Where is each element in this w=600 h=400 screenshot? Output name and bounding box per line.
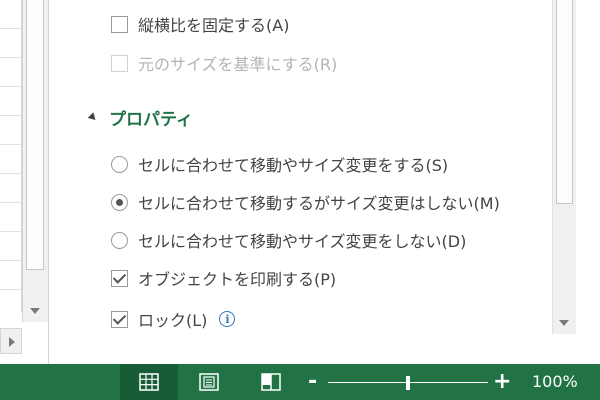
- lock-aspect-ratio-option[interactable]: 縦横比を固定する(A): [111, 12, 289, 36]
- lock-aspect-ratio-checkbox[interactable]: [111, 15, 128, 33]
- zoom-level[interactable]: 100%: [532, 364, 578, 400]
- page-break-preview-button[interactable]: [242, 364, 300, 400]
- properties-section-header[interactable]: プロパティ: [87, 105, 193, 130]
- pane-scroll-down-arrow-icon[interactable]: [559, 320, 569, 326]
- worksheet-row[interactable]: [0, 174, 21, 203]
- move-and-size-radio[interactable]: [111, 155, 128, 173]
- worksheet-row[interactable]: [0, 232, 21, 261]
- dont-move-or-size-option[interactable]: セルに合わせて移動やサイズ変更をしない(D): [111, 228, 466, 252]
- relative-to-original-option: 元のサイズを基準にする(R): [111, 51, 337, 75]
- relative-to-original-label: 元のサイズを基準にする(R): [138, 55, 338, 74]
- dont-move-or-size-radio[interactable]: [111, 231, 128, 249]
- pane-vertical-scrollbar[interactable]: [552, 0, 576, 334]
- move-no-size-option[interactable]: セルに合わせて移動するがサイズ変更はしない(M): [111, 190, 500, 214]
- scroll-right-arrow-icon[interactable]: [9, 337, 15, 347]
- worksheet-row[interactable]: [0, 203, 21, 232]
- worksheet-vertical-scrollbar[interactable]: [22, 0, 48, 322]
- scroll-down-arrow-icon[interactable]: [30, 308, 40, 314]
- relative-to-original-checkbox: [111, 54, 128, 72]
- move-and-size-option[interactable]: セルに合わせて移動やサイズ変更をする(S): [111, 152, 448, 176]
- worksheet-horizontal-scroll-button[interactable]: [0, 328, 22, 354]
- normal-view-icon: [139, 373, 159, 391]
- zoom-slider[interactable]: [328, 376, 488, 390]
- dont-move-or-size-label: セルに合わせて移動やサイズ変更をしない(D): [138, 232, 467, 251]
- print-object-label: オブジェクトを印刷する(P): [138, 270, 337, 289]
- collapse-triangle-icon[interactable]: [87, 112, 99, 123]
- zoom-slider-thumb[interactable]: [406, 376, 410, 390]
- pane-scrollbar-thumb[interactable]: [556, 0, 573, 204]
- print-object-checkbox[interactable]: [111, 269, 128, 287]
- lock-option[interactable]: ロック(L) i: [111, 307, 236, 331]
- format-picture-pane: 縦横比を固定する(A) 元のサイズを基準にする(R) プロパティ セルに合わせて…: [48, 0, 600, 364]
- status-bar: - + 100%: [0, 364, 600, 400]
- move-no-size-radio[interactable]: [111, 193, 128, 211]
- worksheet-row[interactable]: [0, 58, 21, 87]
- print-object-option[interactable]: オブジェクトを印刷する(P): [111, 266, 336, 290]
- info-icon[interactable]: i: [219, 311, 236, 327]
- page-break-preview-icon: [261, 373, 281, 391]
- scrollbar-thumb[interactable]: [26, 0, 44, 270]
- move-no-size-label: セルに合わせて移動するがサイズ変更はしない(M): [138, 194, 500, 213]
- worksheet-row[interactable]: [0, 145, 21, 174]
- zoom-in-button[interactable]: +: [493, 368, 511, 396]
- worksheet-strip: [0, 0, 48, 364]
- worksheet-row[interactable]: [0, 0, 21, 29]
- worksheet-row[interactable]: [0, 116, 21, 145]
- page-layout-view-button[interactable]: [180, 364, 238, 400]
- page-layout-view-icon: [199, 373, 219, 391]
- lock-aspect-ratio-label: 縦横比を固定する(A): [138, 16, 290, 35]
- worksheet-row[interactable]: [0, 87, 21, 116]
- normal-view-button[interactable]: [120, 364, 178, 400]
- lock-checkbox[interactable]: [111, 310, 128, 328]
- move-and-size-label: セルに合わせて移動やサイズ変更をする(S): [138, 156, 449, 175]
- worksheet-row[interactable]: [0, 261, 21, 290]
- lock-label: ロック(L): [138, 311, 208, 330]
- properties-section-title: プロパティ: [109, 110, 193, 130]
- worksheet-column: [0, 0, 22, 312]
- worksheet-row[interactable]: [0, 29, 21, 58]
- zoom-out-button[interactable]: -: [308, 368, 317, 396]
